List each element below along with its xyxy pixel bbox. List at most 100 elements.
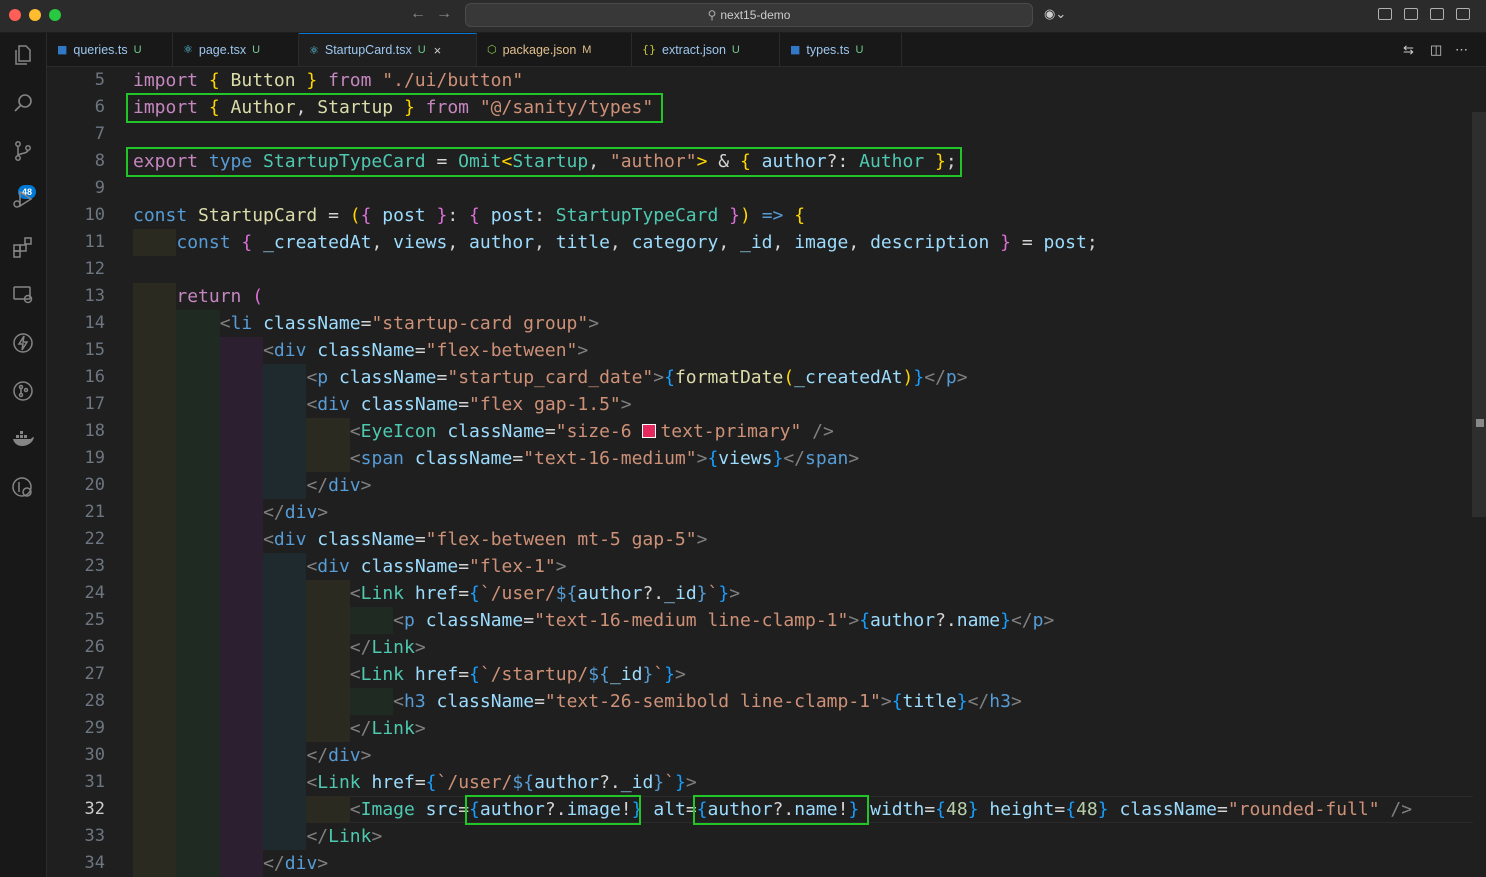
- code-token: </: [924, 367, 946, 388]
- code-token: author: [577, 583, 643, 604]
- tab-queries-ts[interactable]: ■ queries.ts U: [47, 33, 173, 66]
- docker-icon[interactable]: [11, 427, 35, 451]
- copilot-icon[interactable]: ◉⌄: [1044, 6, 1066, 22]
- code-area[interactable]: import { Button } from "./ui/button" impo…: [126, 67, 1473, 877]
- code-token: div: [284, 853, 318, 874]
- toggle-secondary-sidebar-icon[interactable]: [1456, 8, 1470, 20]
- code-token: "startup-card group": [371, 313, 589, 334]
- indent-guide: [176, 553, 220, 580]
- indent-guide: [133, 364, 177, 391]
- color-swatch-icon[interactable]: [642, 424, 657, 438]
- indent-guide: [219, 391, 264, 418]
- code-line[interactable]: <div className="flex-1">: [306, 553, 566, 580]
- editor-tab-bar: ■ queries.ts U ⚛ page.tsx U ⚛ StartupCar…: [47, 33, 1486, 67]
- code-token: h3: [989, 691, 1011, 712]
- close-window-button[interactable]: [9, 9, 21, 21]
- indent-guide: [176, 499, 220, 526]
- code-token: `/startup/: [479, 664, 589, 685]
- code-line[interactable]: <div className="flex-between mt-5 gap-5"…: [263, 526, 707, 553]
- code-line[interactable]: const StartupCard = ({ post }: { post: S…: [133, 202, 805, 229]
- code-token: >: [577, 340, 589, 361]
- search-icon[interactable]: [11, 91, 35, 115]
- indent-guide: [133, 499, 177, 526]
- maximize-window-button[interactable]: [49, 9, 61, 21]
- code-line[interactable]: </div>: [263, 499, 328, 526]
- customize-layout-icon[interactable]: [1378, 8, 1392, 20]
- code-token: href: [414, 664, 459, 685]
- code-line[interactable]: <span className="text-16-medium">{views}…: [350, 445, 859, 472]
- code-token: "flex-1": [469, 556, 556, 577]
- source-control-icon[interactable]: [11, 139, 35, 163]
- code-line[interactable]: </div>: [306, 742, 371, 769]
- thunder-client-icon[interactable]: [11, 331, 35, 355]
- code-line[interactable]: </div>: [306, 472, 371, 499]
- line-number: 15: [84, 340, 105, 360]
- code-token: import: [133, 70, 209, 91]
- tab-extract-json[interactable]: {} extract.json U: [632, 33, 780, 66]
- indent-guide: [133, 391, 177, 418]
- code-token: className: [263, 313, 361, 334]
- indent-guide: [263, 472, 307, 499]
- indent-guide: [306, 607, 350, 634]
- code-line[interactable]: <p className="startup_card_date">{format…: [306, 364, 967, 391]
- code-token: {: [794, 205, 806, 226]
- extensions-icon[interactable]: [11, 235, 35, 259]
- minimize-window-button[interactable]: [29, 9, 41, 21]
- line-number: 11: [84, 232, 105, 252]
- code-line[interactable]: <h3 className="text-26-semibold line-cla…: [393, 688, 1022, 715]
- tab-page-tsx[interactable]: ⚛ page.tsx U: [173, 33, 299, 66]
- code-token: views: [718, 448, 773, 469]
- back-arrow-icon[interactable]: ←: [410, 5, 426, 23]
- code-token: "rounded-full": [1227, 799, 1380, 820]
- code-line[interactable]: </Link>: [350, 715, 426, 742]
- code-token: =: [512, 448, 524, 469]
- code-line[interactable]: import { Button } from "./ui/button": [133, 67, 523, 94]
- remote-explorer-icon[interactable]: [11, 283, 35, 307]
- git-graph-icon[interactable]: [11, 379, 35, 403]
- code-token: (: [783, 367, 795, 388]
- code-line[interactable]: </div>: [263, 850, 328, 877]
- toggle-panel-icon[interactable]: [1430, 8, 1444, 20]
- code-token: =: [1217, 799, 1228, 820]
- tab-types-ts[interactable]: ■ types.ts U: [780, 33, 902, 66]
- code-line[interactable]: <Link href={`/user/${author?._id}`}>: [306, 769, 696, 796]
- gitlens-icon[interactable]: [11, 475, 35, 499]
- code-token: `/user/: [479, 583, 556, 604]
- indent-guide: [219, 796, 264, 823]
- tab-package-json[interactable]: ⬡ package.json M: [477, 33, 632, 66]
- code-line[interactable]: const { _createdAt, views, author, title…: [176, 229, 1097, 256]
- code-token: className: [414, 448, 513, 469]
- split-editor-icon[interactable]: ◫: [1430, 42, 1442, 58]
- explorer-icon[interactable]: [11, 43, 35, 67]
- toggle-primary-sidebar-icon[interactable]: [1404, 8, 1418, 20]
- forward-arrow-icon[interactable]: →: [436, 5, 452, 23]
- command-center-search[interactable]: ⚲ next15-demo: [465, 3, 1033, 27]
- code-line[interactable]: </Link>: [306, 823, 382, 850]
- code-token: Link: [371, 718, 415, 739]
- code-line[interactable]: <Link href={`/startup/${_id}`}>: [350, 661, 686, 688]
- run-debug-icon[interactable]: [11, 187, 35, 211]
- code-line[interactable]: <p className="text-16-medium line-clamp-…: [393, 607, 1054, 634]
- code-token: =: [458, 664, 470, 685]
- tab-startupcard-tsx[interactable]: ⚛ StartupCard.tsx U ×: [299, 33, 477, 66]
- code-line[interactable]: <Link href={`/user/${author?._id}`}>: [350, 580, 740, 607]
- indent-guide: [133, 769, 177, 796]
- close-icon[interactable]: ×: [434, 43, 442, 58]
- more-actions-icon[interactable]: ⋯: [1455, 42, 1468, 58]
- code-line[interactable]: <div className="flex gap-1.5">: [306, 391, 631, 418]
- code-line[interactable]: <div className="flex-between">: [263, 337, 588, 364]
- line-number: 33: [84, 826, 105, 846]
- code-token: div: [284, 502, 318, 523]
- highlight-box-export-type: [126, 147, 962, 177]
- code-token: >: [414, 637, 426, 658]
- code-line[interactable]: </Link>: [350, 634, 426, 661]
- indent-guide: [176, 418, 220, 445]
- vertical-scrollbar[interactable]: [1472, 112, 1486, 517]
- code-editor[interactable]: 5 6 7 8 9 10 11 12 13 14 15 16 17 18 19 20 21 22 23 24 25 26 2…: [47, 67, 1486, 877]
- compare-changes-icon[interactable]: ⇆: [1403, 42, 1414, 58]
- code-token: span: [360, 448, 415, 469]
- indent-guide: [133, 823, 177, 850]
- code-line[interactable]: <EyeIcon className="size-6 text-primary"…: [350, 418, 834, 445]
- code-line[interactable]: <li className="startup-card group">: [220, 310, 599, 337]
- code-line[interactable]: return (: [176, 283, 263, 310]
